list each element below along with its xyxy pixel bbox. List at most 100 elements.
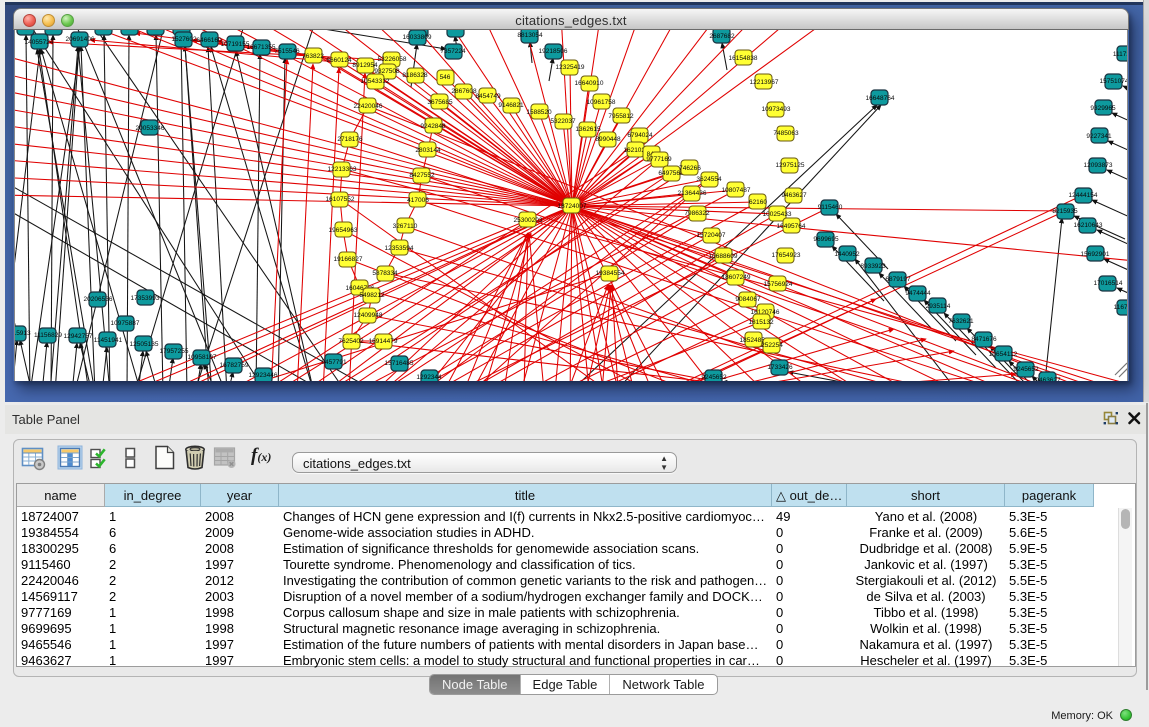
- svg-text:9463627: 9463627: [781, 192, 807, 199]
- svg-text:7955812: 7955812: [608, 113, 634, 120]
- svg-text:417006: 417006: [407, 197, 429, 204]
- svg-text:18724007: 18724007: [558, 203, 587, 210]
- svg-text:16154838: 16154838: [729, 55, 758, 62]
- svg-text:1588520: 1588520: [526, 109, 552, 116]
- svg-text:11451941: 11451941: [94, 337, 123, 344]
- svg-text:62160: 62160: [749, 199, 767, 206]
- svg-text:5322037: 5322037: [550, 118, 576, 125]
- svg-text:22420046: 22420046: [354, 103, 383, 110]
- svg-text:16671355: 16671355: [247, 44, 276, 51]
- svg-text:7625402: 7625402: [338, 338, 364, 345]
- svg-text:10654112: 10654112: [989, 351, 1018, 358]
- svg-text:12923446: 12923446: [249, 372, 278, 379]
- svg-text:15756924: 15756924: [764, 281, 793, 288]
- svg-text:9457791: 9457791: [321, 359, 347, 366]
- svg-text:10025433: 10025433: [763, 211, 792, 218]
- svg-text:9084067: 9084067: [735, 296, 761, 303]
- svg-text:10973493: 10973493: [762, 106, 791, 113]
- svg-text:11156829: 11156829: [34, 332, 62, 339]
- svg-text:8933923: 8933923: [860, 263, 886, 270]
- svg-text:1527602: 1527602: [171, 36, 197, 43]
- svg-text:20053346: 20053346: [136, 125, 165, 132]
- svg-text:9227341: 9227341: [1086, 133, 1112, 140]
- svg-text:19384554: 19384554: [596, 270, 625, 277]
- svg-text:16640910: 16640910: [575, 80, 604, 87]
- svg-text:8813054: 8813054: [517, 32, 543, 39]
- svg-text:7485063: 7485063: [773, 130, 799, 137]
- svg-text:10807487: 10807487: [722, 187, 751, 194]
- svg-text:12093873: 12093873: [1084, 162, 1113, 169]
- svg-text:1440952: 1440952: [834, 251, 860, 258]
- svg-text:546: 546: [440, 74, 451, 81]
- svg-text:16782759: 16782759: [220, 362, 249, 369]
- svg-text:12213363: 12213363: [328, 166, 357, 173]
- svg-text:3915913: 3915913: [15, 330, 31, 337]
- svg-text:17016514: 17016514: [1094, 280, 1123, 287]
- svg-text:3267110: 3267110: [393, 223, 418, 230]
- svg-text:2867608: 2867608: [451, 88, 477, 95]
- svg-text:10961758: 10961758: [587, 99, 616, 106]
- svg-text:9474444: 9474444: [905, 290, 931, 297]
- svg-text:2935114: 2935114: [926, 303, 951, 310]
- svg-text:15751074: 15751074: [1100, 78, 1128, 85]
- svg-text:18607249: 18607249: [722, 274, 751, 281]
- svg-text:17353993: 17353993: [131, 295, 160, 302]
- svg-text:17957255: 17957255: [160, 348, 189, 355]
- svg-text:12213967: 12213967: [750, 79, 779, 86]
- svg-text:9699695: 9699695: [813, 236, 839, 243]
- svg-text:16914479: 16914479: [369, 338, 398, 345]
- svg-text:10975887: 10975887: [111, 320, 140, 327]
- svg-text:6466160: 6466160: [196, 37, 222, 44]
- svg-text:2687682: 2687682: [709, 33, 735, 40]
- svg-text:12942757: 12942757: [64, 333, 93, 340]
- svg-text:1815132: 1815132: [748, 319, 774, 326]
- svg-text:20691406: 20691406: [66, 36, 95, 43]
- svg-text:15716485: 15716485: [385, 360, 414, 367]
- svg-text:8454749: 8454749: [475, 93, 501, 100]
- svg-text:252254: 252254: [761, 342, 783, 349]
- svg-text:2718176: 2718176: [337, 136, 363, 143]
- svg-text:7632621: 7632621: [948, 318, 974, 325]
- svg-text:15692901: 15692901: [1081, 251, 1110, 258]
- svg-text:16495764: 16495764: [777, 223, 806, 230]
- svg-text:1117234: 1117234: [1113, 51, 1128, 58]
- svg-text:9245652: 9245652: [701, 374, 727, 381]
- svg-text:746266: 746266: [679, 165, 701, 172]
- svg-text:12975125: 12975125: [776, 162, 805, 169]
- svg-text:9115460: 9115460: [818, 204, 843, 211]
- svg-text:53226058: 53226058: [378, 56, 407, 63]
- svg-text:8660124: 8660124: [326, 57, 352, 64]
- svg-text:5878334: 5878334: [372, 270, 398, 277]
- svg-text:1362615: 1362615: [575, 126, 601, 133]
- svg-text:1292344: 1292344: [416, 374, 442, 381]
- svg-text:12353594: 12353594: [385, 245, 414, 252]
- svg-text:2803144: 2803144: [415, 147, 441, 154]
- svg-text:8215935: 8215935: [1052, 208, 1078, 215]
- svg-text:8186328: 8186328: [402, 72, 428, 79]
- svg-text:14055724: 14055724: [25, 39, 54, 46]
- svg-text:1167534: 1167534: [1114, 304, 1128, 311]
- svg-text:17654923: 17654923: [772, 252, 801, 259]
- svg-text:12505135: 12505135: [130, 341, 159, 348]
- svg-text:16107552: 16107552: [326, 196, 355, 203]
- svg-text:16210643: 16210643: [1074, 222, 1103, 229]
- svg-text:3624554: 3624554: [696, 176, 722, 183]
- svg-text:7357224: 7357224: [440, 48, 466, 55]
- svg-text:3675685: 3675685: [427, 99, 453, 106]
- svg-text:7986322: 7986322: [684, 210, 710, 217]
- svg-text:9777169: 9777169: [646, 156, 672, 163]
- svg-text:8990448: 8990448: [595, 136, 621, 143]
- svg-text:25300203: 25300203: [514, 217, 543, 224]
- svg-text:10543312: 10543312: [361, 78, 390, 85]
- svg-text:7515546: 7515546: [274, 48, 300, 55]
- svg-text:20206536: 20206536: [84, 296, 113, 303]
- svg-text:10719155: 10719155: [221, 41, 250, 48]
- svg-text:9463627: 9463627: [1035, 377, 1061, 381]
- svg-text:10688609: 10688609: [709, 253, 738, 260]
- svg-text:21364436: 21364436: [678, 190, 707, 197]
- svg-text:10958107: 10958107: [188, 354, 217, 361]
- svg-text:9146821: 9146821: [498, 102, 524, 109]
- svg-text:8471676: 8471676: [971, 336, 997, 343]
- svg-text:16648764: 16648764: [866, 95, 895, 102]
- svg-text:19166827: 19166827: [334, 256, 363, 263]
